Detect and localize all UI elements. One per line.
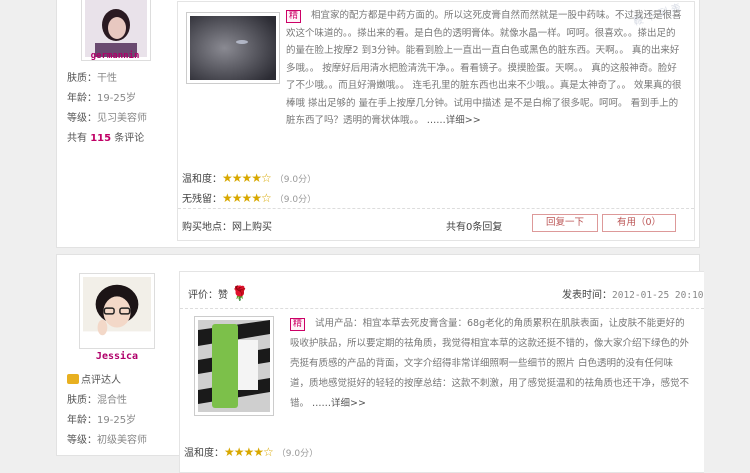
skin-label: 肤质： bbox=[67, 395, 97, 406]
total-suffix: 条评论 bbox=[114, 133, 145, 144]
avatar-photo bbox=[85, 0, 147, 57]
age-value: 19-25岁 bbox=[97, 93, 137, 104]
divider bbox=[178, 208, 694, 209]
purchase-location: 购买地点：网上购买 bbox=[182, 218, 272, 233]
star-rating: ★★★★☆ bbox=[222, 191, 272, 205]
rating-score: （9.0分） bbox=[274, 175, 317, 185]
post-time: 发表时间：2012-01-25 20:10 bbox=[562, 286, 704, 301]
star-rating: ★★★★☆ bbox=[222, 171, 272, 185]
level-label: 等级： bbox=[67, 113, 97, 124]
featured-tag: 精 bbox=[290, 318, 306, 331]
avatar[interactable] bbox=[79, 273, 155, 349]
review-content: 评价：赞 🌹 发表时间：2012-01-25 20:10 精试用产品：相宜本草去… bbox=[179, 271, 704, 473]
review-card: Jessica 点评达人 肤质：混合性 年龄：19-25岁 等级：初级美容师 评… bbox=[56, 254, 704, 473]
review-card: germannin 肤质：干性 年龄：19-25岁 等级：见习美容师 共有 11… bbox=[56, 0, 700, 248]
rating-row: 温和度：★★★★☆ （9.0分） bbox=[184, 444, 318, 459]
review-content: 鞭 下 列 表 精相宜家的配方都是中药方面的。所以这死皮膏自然而然就是一股中药味… bbox=[177, 1, 695, 241]
rose-icon: 🌹 bbox=[231, 286, 249, 302]
total-prefix: 共有 bbox=[67, 133, 87, 144]
skin-value: 干性 bbox=[97, 73, 117, 84]
more-link[interactable]: ……详细>> bbox=[427, 115, 481, 126]
featured-tag: 精 bbox=[286, 10, 302, 23]
rating-score: （9.0分） bbox=[276, 449, 319, 459]
review-text: 精试用产品：相宜本草去死皮膏含量：68g老化的角质累积在肌肤表面，让皮肤不能更好… bbox=[180, 314, 692, 414]
level-value: 见习美容师 bbox=[97, 113, 147, 124]
star-rating: ★★★★☆ bbox=[224, 445, 274, 459]
verdict: 评价：赞 🌹 bbox=[188, 286, 249, 302]
total-count[interactable]: 115 bbox=[90, 133, 111, 144]
rating-label: 温和度： bbox=[184, 448, 224, 459]
username[interactable]: Jessica bbox=[67, 351, 167, 362]
badge-icon bbox=[67, 374, 79, 384]
reviewer-link-label: 点评达人 bbox=[81, 375, 121, 386]
purchase-value: 网上购买 bbox=[232, 222, 272, 233]
user-meta: 点评达人 肤质：混合性 年龄：19-25岁 等级：初级美容师 bbox=[67, 371, 147, 451]
username[interactable]: germannin bbox=[65, 51, 165, 61]
level-label: 等级： bbox=[67, 435, 97, 446]
skin-value: 混合性 bbox=[97, 395, 127, 406]
time-value: 2012-01-25 20:10 bbox=[612, 290, 704, 301]
review-body: 相宜家的配方都是中药方面的。所以这死皮膏自然而然就是一股中药味。不过我还是很喜欢… bbox=[286, 10, 682, 126]
rating-label: 温和度： bbox=[182, 174, 222, 185]
reviewer-link[interactable]: 点评达人 bbox=[67, 371, 147, 391]
rating-row: 无残留：★★★★☆ （9.0分） bbox=[182, 190, 316, 205]
skin-label: 肤质： bbox=[67, 73, 97, 84]
age-label: 年龄： bbox=[67, 415, 97, 426]
review-text: 精相宜家的配方都是中药方面的。所以这死皮膏自然而然就是一股中药味。不过我还是很喜… bbox=[178, 7, 683, 130]
age-value: 19-25岁 bbox=[97, 415, 137, 426]
more-link[interactable]: ……详细>> bbox=[312, 398, 366, 409]
divider bbox=[180, 308, 704, 309]
purchase-label: 购买地点： bbox=[182, 222, 232, 233]
rating-label: 无残留： bbox=[182, 194, 222, 205]
time-label: 发表时间： bbox=[562, 290, 612, 301]
rating-row: 温和度：★★★★☆ （9.0分） bbox=[182, 170, 316, 185]
rating-score: （9.0分） bbox=[274, 195, 317, 205]
avatar-photo bbox=[83, 277, 151, 345]
review-body: 试用产品：相宜本草去死皮膏含量：68g老化的角质累积在肌肤表面，让皮肤不能更好的… bbox=[290, 318, 690, 409]
useful-button[interactable]: 有用（0） bbox=[602, 214, 676, 232]
reply-button[interactable]: 回复一下 bbox=[532, 214, 598, 232]
verdict-label: 评价： bbox=[188, 290, 218, 301]
user-meta: 肤质：干性 年龄：19-25岁 等级：见习美容师 共有 115 条评论 bbox=[67, 69, 147, 149]
level-value: 初级美容师 bbox=[97, 435, 147, 446]
age-label: 年龄： bbox=[67, 93, 97, 104]
reply-count: 共有0条回复 bbox=[446, 222, 503, 233]
verdict-value: 赞 bbox=[218, 290, 228, 301]
